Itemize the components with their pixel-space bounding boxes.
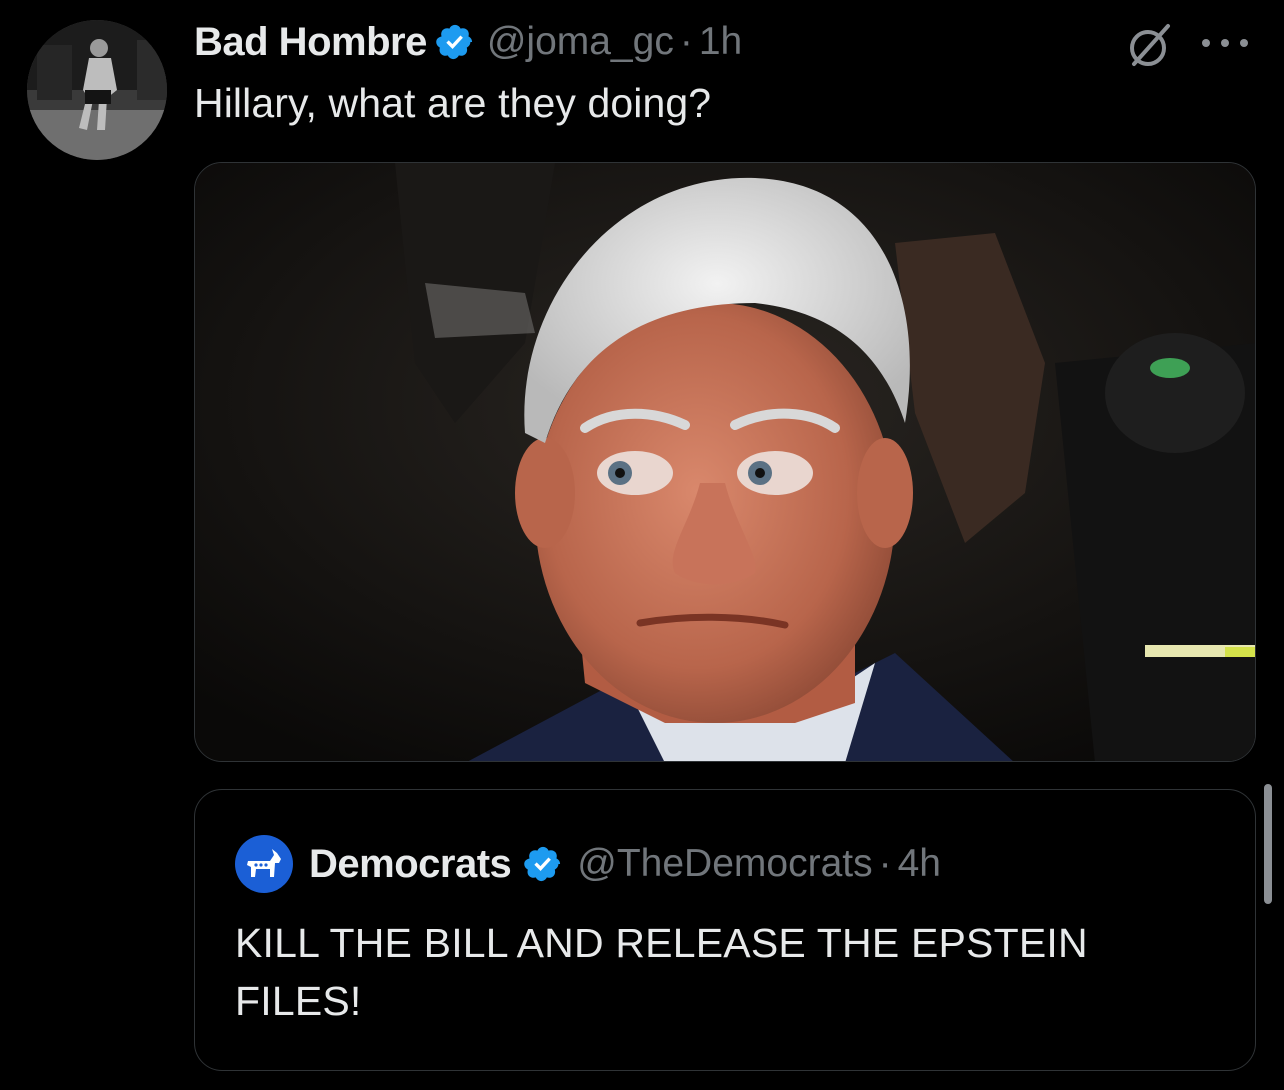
quoted-author-handle[interactable]: @TheDemocrats — [577, 842, 872, 886]
tweet-page: Bad Hombre @joma_gc · 1h Hillary, what a… — [0, 0, 1284, 1090]
more-options-icon[interactable] — [1196, 28, 1254, 58]
avatar-photo — [27, 20, 167, 160]
author-display-name[interactable]: Bad Hombre — [194, 20, 427, 65]
quoted-verified-badge-icon[interactable] — [523, 844, 563, 884]
quoted-tweet-header: Democrats @TheDemocrats · 4h — [235, 834, 941, 894]
quoted-author-display-name[interactable]: Democrats — [309, 842, 512, 887]
scrollbar-thumb[interactable] — [1264, 784, 1272, 904]
donkey-icon[interactable] — [235, 835, 293, 893]
photo-image — [195, 163, 1255, 761]
quoted-separator-dot: · — [878, 842, 892, 885]
quoted-tweet-timestamp[interactable]: 4h — [898, 842, 941, 886]
tweet-header: Bad Hombre @joma_gc · 1h — [194, 16, 742, 68]
quoted-tweet-text: KILL THE BILL AND RELEASE THE EPSTEIN FI… — [235, 920, 1088, 1024]
quoted-tweet-card[interactable]: Democrats @TheDemocrats · 4h KILL THE BI… — [194, 789, 1256, 1071]
tweet-text: Hillary, what are they doing? — [194, 80, 712, 126]
separator-dot: · — [679, 20, 693, 63]
author-handle[interactable]: @joma_gc — [487, 20, 674, 64]
grok-icon[interactable] — [1124, 20, 1176, 72]
tweet-media-photo[interactable] — [194, 162, 1256, 762]
author-avatar[interactable] — [27, 20, 167, 160]
tweet-timestamp[interactable]: 1h — [699, 20, 742, 64]
verified-badge-icon[interactable] — [435, 22, 475, 62]
